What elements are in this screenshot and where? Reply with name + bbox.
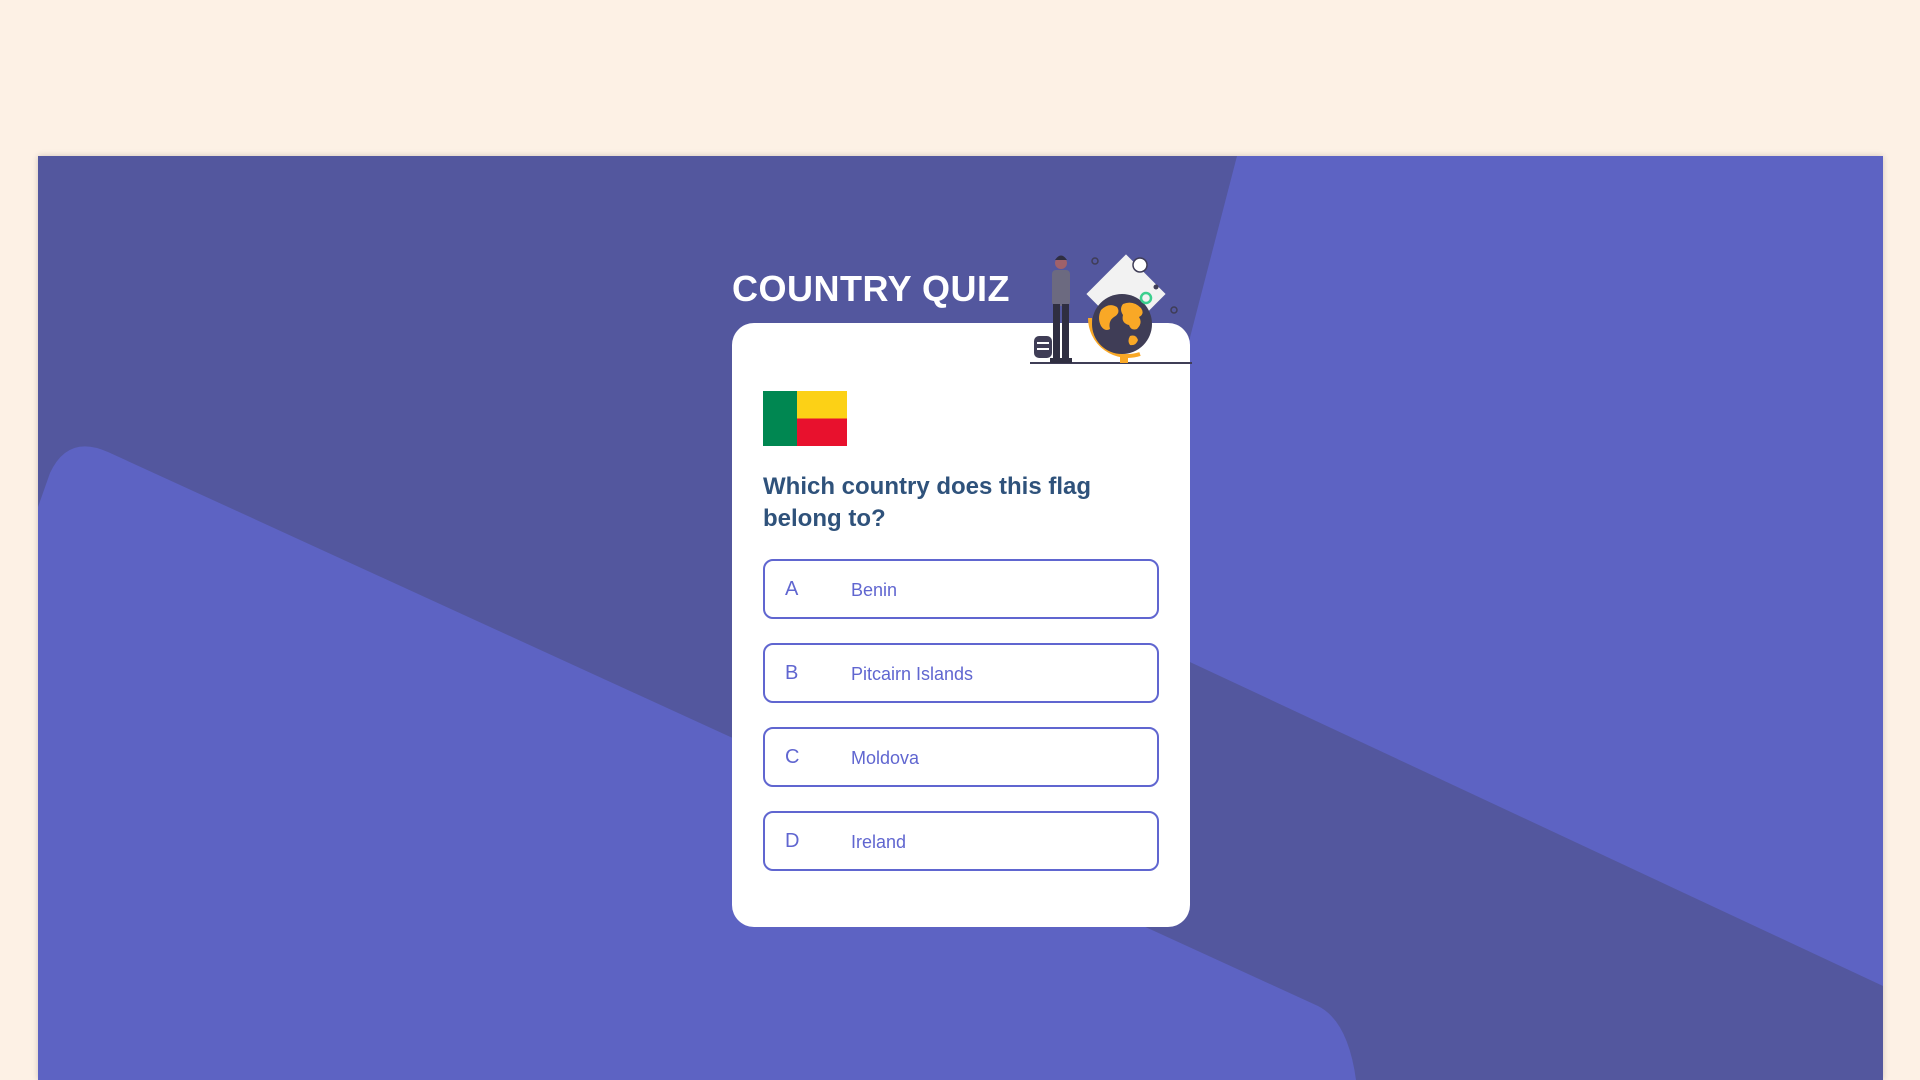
option-b-button[interactable]: B Pitcairn Islands [763,643,1159,703]
backpack [1034,336,1052,358]
option-answer: Ireland [851,832,907,852]
option-a-button[interactable]: A Benin [763,559,1159,619]
option-letter: D [785,830,800,852]
option-letter: A [785,578,799,600]
background-shape-top-right [1115,156,1883,986]
quiz-card: Which country does this flag belong to? … [732,323,1190,927]
app-title: COUNTRY QUIZ [732,268,1011,309]
person-body [1052,270,1070,306]
option-c-button[interactable]: C Moldova [763,727,1159,787]
option-answer: Moldova [851,748,920,768]
question-text: Which country does this flag belong to? [763,473,1092,532]
traveler-with-globe-illustration [1030,254,1192,364]
option-answer: Pitcairn Islands [851,664,974,684]
option-letter: C [785,746,800,768]
option-answer: Benin [851,580,898,600]
option-letter: B [785,662,799,684]
option-d-button[interactable]: D Ireland [763,811,1159,871]
benin-flag [763,391,847,446]
